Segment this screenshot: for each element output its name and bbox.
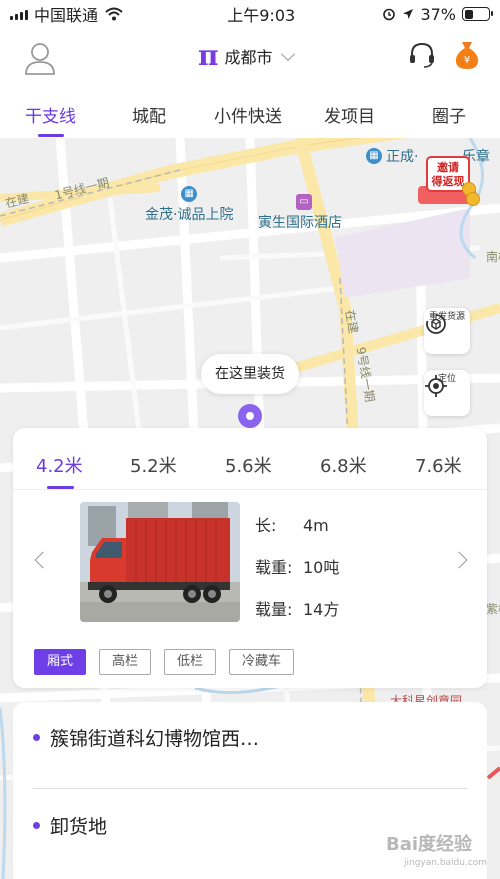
- avatar-icon[interactable]: [24, 41, 56, 75]
- poi-yinsheng-hotel[interactable]: ▭ 寅生国际酒店: [258, 194, 342, 232]
- battery-percent: 37%: [420, 4, 456, 24]
- wifi-icon: [105, 7, 123, 21]
- size-tab-7-6[interactable]: 7.6米: [415, 452, 462, 478]
- type-chip-box[interactable]: 厢式: [34, 649, 87, 675]
- locate-button[interactable]: 定位: [424, 370, 470, 416]
- place-label-northeast: 南桥: [486, 250, 500, 264]
- spec-load-weight: 载重: 10吨: [255, 558, 340, 577]
- app-header: π 成都市 ¥: [0, 28, 500, 90]
- main-tabs: 干支线 城配 小件快送 发项目 圈子: [0, 90, 500, 138]
- vehicle-type-chips: 厢式 高栏 低栏 冷藏车: [34, 649, 295, 675]
- brand-logo: π: [198, 39, 219, 72]
- place-label-east: 紫檀: [486, 602, 500, 616]
- invite-cashback-banner[interactable]: 邀请 得返现: [418, 156, 480, 208]
- poi-zhengcheng[interactable]: ▦ 正成·: [366, 146, 418, 166]
- dropoff-address-row[interactable]: 卸货地: [33, 812, 107, 839]
- city-selector[interactable]: π 成都市: [198, 39, 295, 72]
- spec-load-volume: 载量: 14方: [255, 600, 340, 619]
- status-time: 上午9:03: [227, 6, 296, 25]
- chevron-down-icon: [280, 46, 295, 61]
- pickup-bubble[interactable]: 在这里装货: [201, 354, 299, 394]
- refresh-cargo-icon: [426, 314, 446, 334]
- battery-icon: [462, 7, 493, 21]
- poi-jinmao[interactable]: ▦ 金茂·诚品上院: [145, 186, 233, 224]
- locate-icon: [425, 375, 447, 397]
- dropoff-dot-icon: [33, 822, 40, 829]
- status-bar: 中国联通 上午9:03 37%: [0, 0, 500, 28]
- building-icon: ▦: [181, 186, 198, 202]
- coin-icon: [466, 192, 480, 206]
- vehicle-size-tabs: 4.2米 5.2米 5.6米 6.8米 7.6米: [13, 428, 487, 490]
- map-pin-icon: [238, 404, 262, 428]
- size-tab-5-2[interactable]: 5.2米: [130, 452, 177, 478]
- size-tab-4-2[interactable]: 4.2米: [36, 452, 83, 478]
- money-bag-icon[interactable]: ¥: [454, 40, 480, 70]
- tab-small-parcel[interactable]: 小件快送: [214, 102, 282, 127]
- location-arrow-icon: [403, 9, 414, 19]
- watermark-sub: jingyan.baidu.com: [404, 858, 488, 868]
- building-icon: ▦: [366, 148, 382, 164]
- battery-fill: [464, 9, 473, 19]
- invite-line1: 邀请: [437, 161, 459, 174]
- pickup-address-row[interactable]: 簇锦街道科幻博物馆西…: [33, 724, 259, 751]
- tab-circle[interactable]: 圈子: [432, 102, 466, 127]
- chevron-right-icon[interactable]: [450, 551, 468, 569]
- watermark: Bai度经验: [386, 834, 473, 855]
- spec-length: 长: 4m: [255, 516, 329, 535]
- signal-icon: [10, 8, 28, 20]
- type-chip-high-rail[interactable]: 高栏: [99, 649, 152, 675]
- active-tab-indicator: [38, 134, 64, 137]
- carrier-label: 中国联通: [34, 6, 99, 25]
- size-tab-6-8[interactable]: 6.8米: [320, 452, 367, 478]
- divider: [33, 788, 467, 789]
- type-chip-low-rail[interactable]: 低栏: [164, 649, 217, 675]
- type-chip-refrigerated[interactable]: 冷藏车: [229, 649, 295, 675]
- city-label: 成都市: [224, 48, 273, 67]
- pickup-address: 簇锦街道科幻博物馆西…: [50, 728, 260, 750]
- tab-post-project[interactable]: 发项目: [324, 102, 375, 127]
- size-tab-5-6[interactable]: 5.6米: [225, 452, 272, 478]
- chevron-left-icon[interactable]: [34, 551, 52, 569]
- pickup-dot-icon: [33, 734, 40, 741]
- resend-cargo-button[interactable]: 重发货源: [424, 308, 470, 354]
- truck-image: [80, 502, 240, 622]
- headset-icon[interactable]: [408, 41, 436, 69]
- dropoff-address: 卸货地: [50, 816, 108, 838]
- svg-text:¥: ¥: [464, 55, 470, 66]
- active-size-indicator: [47, 486, 74, 489]
- tab-trunk-line[interactable]: 干支线: [25, 102, 76, 127]
- vehicle-card: 4.2米 5.2米 5.6米 6.8米 7.6米 长: 4m 载重: 10吨 载…: [13, 428, 487, 688]
- hotel-icon: ▭: [296, 194, 312, 210]
- tab-city-delivery[interactable]: 城配: [132, 102, 166, 127]
- alarm-icon: [383, 8, 396, 21]
